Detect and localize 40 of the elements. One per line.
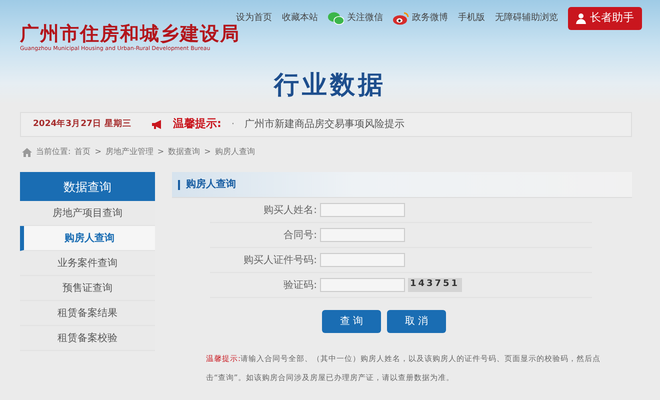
panel-title: 购房人查询	[186, 177, 236, 192]
breadcrumb-label: 当前位置:	[36, 146, 71, 158]
weibo-icon	[393, 12, 409, 25]
wechat-icon	[328, 12, 344, 25]
input-field[interactable]	[320, 203, 405, 217]
notice-link[interactable]: 广州市新建商品房交易事项风险提示	[244, 117, 405, 132]
top-link[interactable]: 关注微信	[328, 12, 383, 25]
bullet-mark: ·	[231, 118, 235, 132]
input-field[interactable]	[320, 228, 405, 242]
logo-title: 广州市住房和城乡建设局	[20, 24, 240, 45]
cancel-button[interactable]: 取 消	[387, 310, 446, 333]
top-link[interactable]: 手机版	[458, 12, 485, 25]
breadcrumb-separator: >	[94, 146, 102, 158]
person-icon	[576, 12, 587, 24]
notice-label: 温馨提示:	[173, 116, 222, 132]
top-link[interactable]: 设为首页	[236, 12, 272, 25]
top-link[interactable]: 无障碍辅助浏览	[495, 12, 558, 25]
breadcrumb-link[interactable]: 房地产业管理	[105, 146, 154, 158]
home-icon	[22, 148, 32, 156]
breadcrumb-separator: >	[157, 146, 164, 158]
breadcrumb-link[interactable]: 首页	[74, 146, 91, 158]
top-link[interactable]: 政务微博	[393, 12, 448, 25]
megaphone-icon	[151, 119, 163, 130]
sidebar-title: 数据查询	[20, 172, 155, 201]
input-field[interactable]	[320, 253, 405, 267]
field-label: 购买人证件号码:	[242, 254, 318, 268]
breadcrumb-separator: >	[204, 146, 211, 158]
field-label: 合同号:	[282, 228, 318, 242]
sidebar-item[interactable]: 购房人查询	[20, 226, 155, 251]
top-link[interactable]: 收藏本站	[282, 12, 318, 25]
page-title: 行业数据	[274, 70, 386, 99]
date-text: 2024年3月27日 星期三	[33, 118, 132, 131]
captcha-image: 143751	[408, 278, 462, 292]
breadcrumb-link[interactable]: 购房人查询	[214, 146, 255, 158]
input-field[interactable]	[320, 278, 405, 292]
field-label: 购买人姓名:	[262, 204, 318, 218]
field-label: 验证码:	[282, 278, 318, 292]
query-button[interactable]: 查 询	[322, 310, 381, 333]
elder-assistant-button[interactable]: 长者助手	[568, 7, 642, 30]
breadcrumb-link[interactable]: 数据查询	[168, 146, 200, 158]
